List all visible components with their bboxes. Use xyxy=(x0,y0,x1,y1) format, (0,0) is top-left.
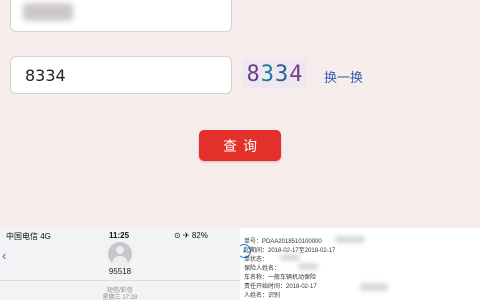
message-timestamp: 星期三 17:28 xyxy=(102,295,138,300)
doc-line: 单状态： xyxy=(244,257,269,263)
redacted-value xyxy=(23,3,73,21)
doc-line: 保险人姓名： xyxy=(244,266,281,272)
refresh-captcha-link[interactable]: 换一换 xyxy=(324,67,363,86)
status-bar: 中国电信 4G 11:25 ⊙ ✈ 82% xyxy=(0,228,240,242)
captcha-digit: 8 xyxy=(246,61,261,87)
status-time: 11:25 xyxy=(109,231,130,240)
captcha-input-value: 8334 xyxy=(25,66,66,85)
captcha-digit: 3 xyxy=(275,61,290,87)
query-form: 8334 8 3 3 4 换一换 查询 xyxy=(0,0,480,228)
doc-line: 人姓名：识别 xyxy=(244,293,281,299)
redaction xyxy=(280,254,300,261)
captcha-image[interactable]: 8 3 3 4 xyxy=(243,59,307,89)
avatar xyxy=(108,242,132,266)
doc-line: 责任开始时间：2018-02-17 xyxy=(244,284,317,290)
captcha-digit: 4 xyxy=(289,61,304,87)
redaction xyxy=(360,283,388,291)
policy-document: i 单号：PDAA2018510100000 起期间：2018-02-17至20… xyxy=(240,228,480,300)
captcha-input[interactable]: 8334 xyxy=(10,56,232,94)
redaction xyxy=(335,236,365,243)
back-chevron-icon[interactable]: ‹ xyxy=(2,248,12,263)
captcha-digit: 3 xyxy=(260,61,275,87)
redaction xyxy=(298,263,318,270)
phone-screenshot: 中国电信 4G 11:25 ⊙ ✈ 82% ‹ 95518 短信/彩信 星期三 … xyxy=(0,228,240,300)
divider xyxy=(0,280,240,281)
doc-line: 车名称：一般车辆机动保险 xyxy=(244,275,317,281)
carrier-label: 中国电信 4G xyxy=(6,232,51,241)
contact-number: 95518 xyxy=(108,267,132,276)
status-icons: ⊙ ✈ 82% xyxy=(174,231,208,240)
doc-line: 起期间：2018-02-17至2018-02-17 xyxy=(244,248,336,254)
doc-line: 单号：PDAA2018510100000 xyxy=(244,239,322,245)
policy-number-input[interactable] xyxy=(10,0,232,32)
query-button[interactable]: 查询 xyxy=(199,130,281,161)
